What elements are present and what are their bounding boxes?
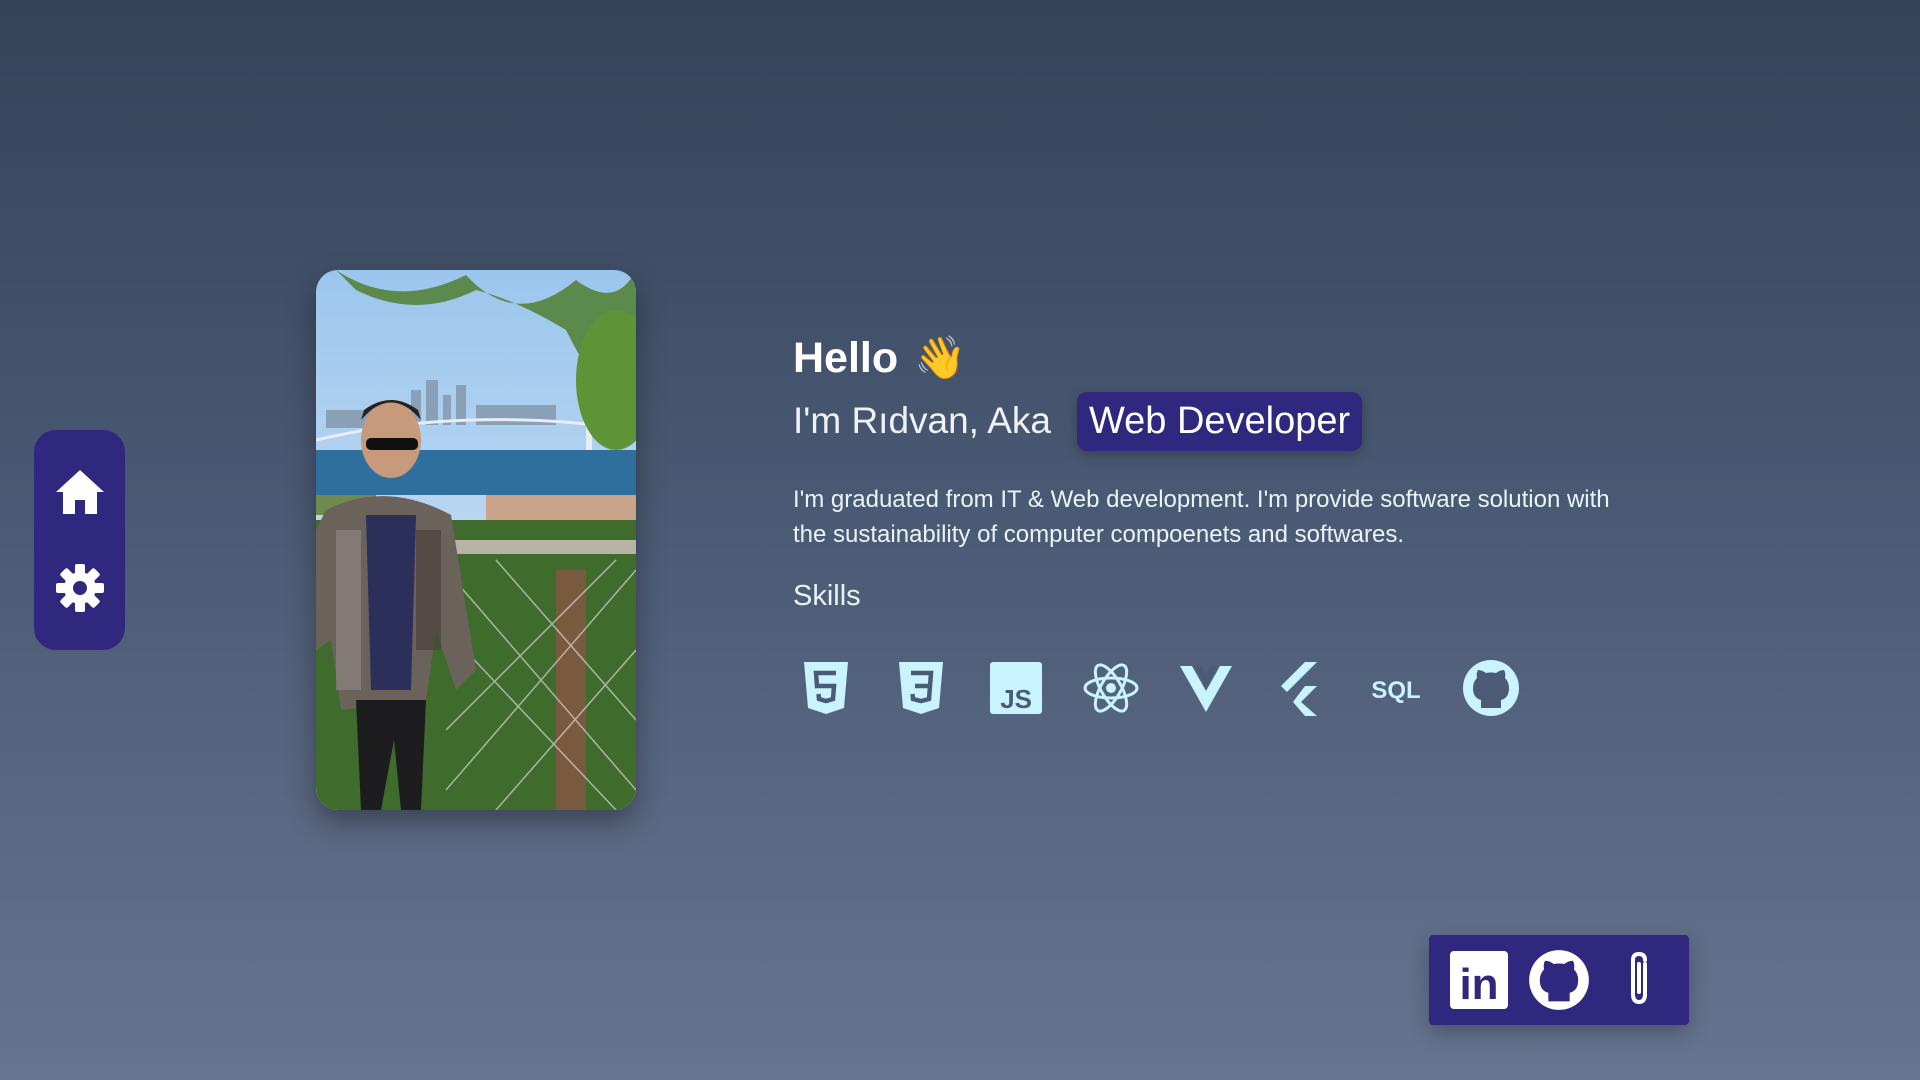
skill-flutter bbox=[1268, 655, 1333, 720]
sql-label: SQL bbox=[1371, 677, 1420, 704]
linkedin-button[interactable]: in bbox=[1444, 945, 1514, 1015]
profile-photo-image bbox=[316, 270, 636, 810]
home-icon bbox=[55, 470, 104, 514]
skill-javascript: JS bbox=[983, 655, 1048, 720]
skill-html5 bbox=[793, 655, 858, 720]
javascript-label: JS bbox=[1000, 684, 1032, 714]
github-icon bbox=[1462, 659, 1519, 716]
paperclip-icon bbox=[1631, 951, 1647, 1005]
skill-react bbox=[1078, 655, 1143, 720]
vue-icon bbox=[1179, 665, 1232, 712]
linkedin-label: in bbox=[1459, 960, 1498, 1009]
javascript-icon: JS bbox=[989, 661, 1042, 714]
side-nav bbox=[34, 430, 125, 650]
home-button[interactable] bbox=[50, 462, 110, 522]
skills-title: Skills bbox=[793, 580, 861, 612]
wave-emoji: 👋 bbox=[914, 333, 967, 381]
social-links: in bbox=[1429, 935, 1689, 1025]
sql-icon: SQL bbox=[1371, 677, 1420, 704]
skill-vue bbox=[1173, 655, 1238, 720]
skill-sql: SQL bbox=[1363, 655, 1428, 720]
skill-css3 bbox=[888, 655, 953, 720]
github-button[interactable] bbox=[1524, 945, 1594, 1015]
gear-icon bbox=[55, 564, 104, 612]
profile-photo bbox=[316, 270, 636, 810]
react-icon bbox=[1083, 662, 1138, 713]
description: I'm graduated from IT & Web development.… bbox=[793, 486, 1610, 548]
skill-github bbox=[1458, 655, 1523, 720]
css3-icon bbox=[898, 661, 943, 714]
aka-row: I'm Rıdvan, Aka Web Developer bbox=[793, 390, 1693, 452]
greeting-text: Hello bbox=[793, 333, 899, 382]
intro-section: Hello 👋 I'm Rıdvan, Aka Web Developer I'… bbox=[793, 330, 1693, 720]
resume-button[interactable] bbox=[1604, 945, 1674, 1015]
greeting: Hello 👋 bbox=[793, 330, 1693, 386]
aka-text: I'm Rıdvan, Aka bbox=[793, 400, 1051, 441]
flutter-icon bbox=[1280, 661, 1317, 716]
linkedin-icon: in bbox=[1450, 951, 1508, 1009]
settings-button[interactable] bbox=[50, 558, 110, 618]
skills-list: JS SQL bbox=[793, 655, 1693, 720]
html5-icon bbox=[803, 661, 848, 714]
role-badge: Web Developer bbox=[1076, 391, 1363, 451]
github-icon bbox=[1529, 950, 1589, 1010]
